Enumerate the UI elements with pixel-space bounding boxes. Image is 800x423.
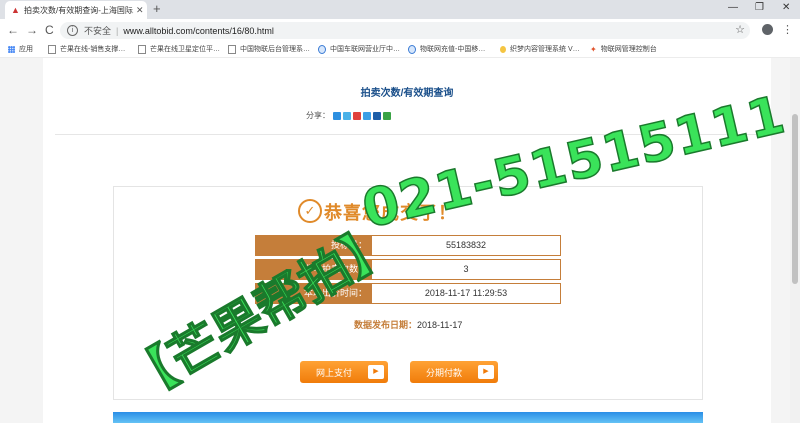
bid-number-value: 55183832 xyxy=(371,235,561,256)
share-bar: 分享： xyxy=(306,110,393,121)
bookmark-item[interactable]: 物联网充值-中国移… xyxy=(408,44,485,54)
share-tencent-icon[interactable] xyxy=(363,111,371,120)
site-favicon-icon: ▲ xyxy=(11,5,20,15)
minimize-icon[interactable]: — xyxy=(728,2,738,13)
tab-strip: ▲ 拍卖次数/有效期查询-上海国际… ✕ + — ❐ ✕ xyxy=(0,0,800,19)
page-icon xyxy=(228,44,236,54)
bookmark-item[interactable]: 中国物联后台管理系… xyxy=(228,44,310,54)
page-icon xyxy=(48,44,56,54)
bookmark-item[interactable]: 织梦内容管理系统 V… xyxy=(500,44,580,54)
bookmark-item[interactable]: 中国车联网营业厅中… xyxy=(318,44,400,54)
bookmark-label: 芒果在线卫星定位平… xyxy=(150,46,220,53)
active-tab[interactable]: ▲ 拍卖次数/有效期查询-上海国际… ✕ xyxy=(5,1,147,19)
tab-title: 拍卖次数/有效期查询-上海国际… xyxy=(24,5,134,15)
separator: | xyxy=(116,25,119,36)
share-more-icon[interactable] xyxy=(333,111,341,120)
bottom-banner xyxy=(113,412,703,423)
play-arrow-icon: ▶ xyxy=(368,365,384,379)
globe-icon xyxy=(408,44,416,54)
dedecms-icon xyxy=(500,45,506,53)
new-tab-icon[interactable]: + xyxy=(153,2,161,16)
page-title: 拍卖次数/有效期查询 xyxy=(360,88,454,99)
button-label: 网上支付 xyxy=(315,367,352,378)
play-arrow-icon: ▶ xyxy=(478,365,494,379)
bookmark-apps[interactable]: 应用 xyxy=(8,44,33,54)
bookmark-star-icon[interactable]: ☆ xyxy=(735,23,745,36)
menu-icon[interactable]: ⋮ xyxy=(782,23,793,36)
close-tab-icon[interactable]: ✕ xyxy=(136,5,144,16)
bookmark-label: 中国车联网营业厅中… xyxy=(330,46,400,53)
publish-date: 数据发布日期：2018-11-17 xyxy=(354,318,462,331)
publish-date-value: 2018-11-17 xyxy=(417,320,463,330)
forward-icon[interactable]: → xyxy=(26,23,38,37)
installment-payment-button[interactable]: 分期付款 ▶ xyxy=(410,361,498,383)
bookmark-label: 应用 xyxy=(19,46,33,53)
security-label: 不安全 xyxy=(84,26,112,36)
bookmark-item[interactable]: 芒果在线卫星定位平… xyxy=(138,44,220,54)
url-text: www.alltobid.com/contents/16/80.html xyxy=(123,25,274,36)
info-icon[interactable]: i xyxy=(67,25,78,36)
share-label: 分享： xyxy=(306,111,330,120)
share-renren-icon[interactable] xyxy=(373,111,381,120)
bookmark-label: 芒果在线-销售支撑… xyxy=(60,46,126,53)
browser-toolbar: ← → C i 不安全 | www.alltobid.com/contents/… xyxy=(0,19,800,43)
back-icon[interactable]: ← xyxy=(7,23,19,37)
share-qzone-icon[interactable] xyxy=(343,111,351,120)
bid-time-value: 2018-11-17 11:29:53 xyxy=(371,283,561,304)
maple-leaf-icon: ✦ xyxy=(590,44,597,54)
button-label: 分期付款 xyxy=(425,367,462,378)
bookmark-label: 物联网管理控制台 xyxy=(600,46,657,53)
bookmark-label: 中国物联后台管理系… xyxy=(240,46,310,53)
share-weibo-icon[interactable] xyxy=(353,111,361,120)
close-window-icon[interactable]: ✕ xyxy=(782,2,790,13)
restore-icon[interactable]: ❐ xyxy=(755,2,764,13)
scrollbar[interactable] xyxy=(790,58,800,423)
apps-grid-icon xyxy=(8,45,15,53)
bookmark-label: 织梦内容管理系统 V… xyxy=(510,46,580,53)
account-icon[interactable] xyxy=(762,24,773,35)
online-payment-button[interactable]: 网上支付 ▶ xyxy=(300,361,388,383)
bookmark-item[interactable]: 芒果在线-销售支撑… xyxy=(48,44,125,54)
check-circle-icon: ✓ xyxy=(298,199,322,223)
page-icon xyxy=(138,44,146,54)
scrollbar-thumb[interactable] xyxy=(792,114,798,284)
globe-icon xyxy=(318,44,326,54)
bookmarks-bar: 应用 芒果在线-销售支撑… 芒果在线卫星定位平… 中国物联后台管理系… 中国车联… xyxy=(0,42,800,58)
publish-date-label: 数据发布日期： xyxy=(354,320,418,330)
address-bar[interactable]: i 不安全 | www.alltobid.com/contents/16/80.… xyxy=(60,22,750,39)
share-wechat-icon[interactable] xyxy=(383,111,391,120)
bookmark-item[interactable]: ✦ 物联网管理控制台 xyxy=(590,44,657,54)
bookmark-label: 物联网充值-中国移… xyxy=(420,46,486,53)
reload-icon[interactable]: C xyxy=(45,23,54,37)
